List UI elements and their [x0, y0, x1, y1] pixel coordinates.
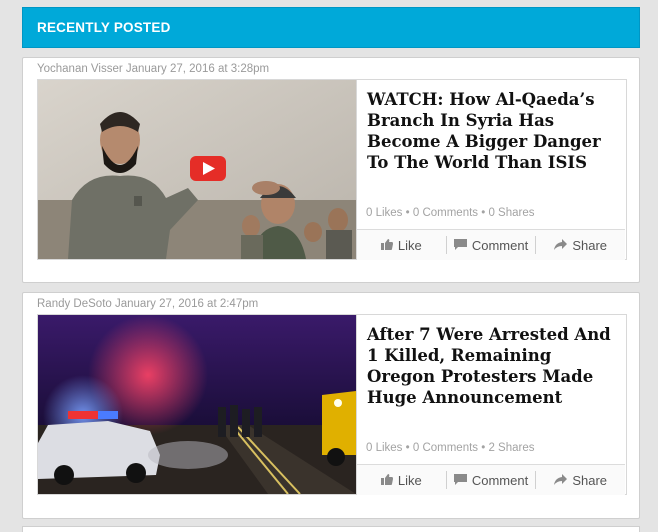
post-thumbnail[interactable] [38, 80, 356, 259]
post-title[interactable]: After 7 Were Arrested And 1 Killed, Rema… [367, 324, 619, 408]
post-content: After 7 Were Arrested And 1 Killed, Rema… [356, 315, 626, 495]
post-actions: Like Comment Share [357, 464, 625, 495]
comment-icon [453, 473, 467, 488]
recently-posted-header: RECENTLY POSTED [22, 7, 640, 48]
police-scene-image [38, 315, 356, 494]
next-post-card-edge [22, 526, 640, 532]
share-label: Share [572, 237, 608, 253]
post-card: Yochanan Visser January 27, 2016 at 3:28… [22, 57, 640, 283]
like-label: Like [397, 472, 422, 488]
comment-icon [453, 238, 467, 253]
share-label: Share [572, 472, 608, 488]
section-title: RECENTLY POSTED [37, 20, 171, 35]
post-actions: Like Comment Share [357, 229, 625, 260]
comment-label: Comment [471, 237, 529, 253]
thumbs-up-icon [380, 473, 393, 488]
post-body: After 7 Were Arrested And 1 Killed, Rema… [37, 314, 627, 495]
comment-label: Comment [471, 472, 529, 488]
video-thumbnail-image [38, 80, 356, 259]
comment-button[interactable]: Comment [445, 236, 536, 254]
post-title[interactable]: WATCH: How Al-Qaeda’s Branch In Syria Ha… [367, 89, 619, 173]
thumbs-up-icon [380, 238, 393, 253]
post-content: WATCH: How Al-Qaeda’s Branch In Syria Ha… [356, 80, 626, 260]
like-label: Like [397, 237, 422, 253]
share-arrow-icon [554, 238, 568, 253]
post-card: Randy DeSoto January 27, 2016 at 2:47pm [22, 292, 640, 519]
share-button[interactable]: Share [535, 236, 625, 254]
share-arrow-icon [554, 473, 568, 488]
like-button[interactable]: Like [357, 236, 446, 254]
share-button[interactable]: Share [535, 471, 625, 489]
post-stats: 0 Likes • 0 Comments • 0 Shares [366, 207, 535, 219]
post-byline[interactable]: Randy DeSoto January 27, 2016 at 2:47pm [37, 298, 258, 310]
post-thumbnail[interactable] [38, 315, 356, 494]
like-button[interactable]: Like [357, 471, 446, 489]
post-body: WATCH: How Al-Qaeda’s Branch In Syria Ha… [37, 79, 627, 260]
post-stats: 0 Likes • 0 Comments • 2 Shares [366, 442, 535, 454]
post-byline[interactable]: Yochanan Visser January 27, 2016 at 3:28… [37, 63, 269, 75]
comment-button[interactable]: Comment [445, 471, 536, 489]
